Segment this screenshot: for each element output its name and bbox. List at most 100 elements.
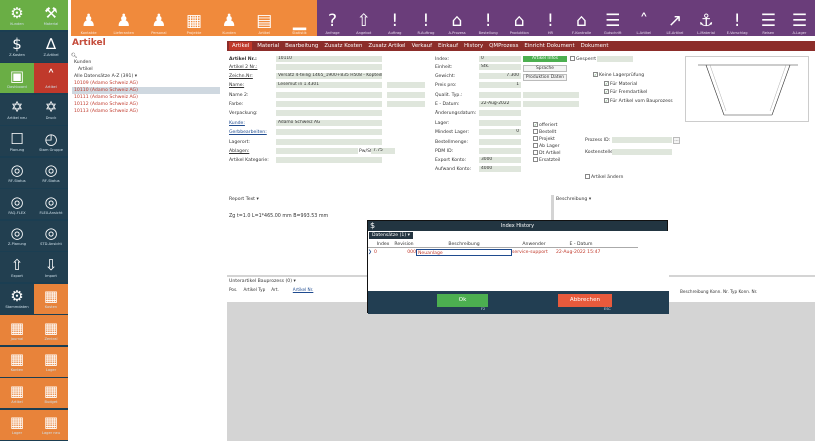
name2-extra-field[interactable] [387, 92, 425, 98]
farbe-field[interactable] [276, 101, 382, 107]
artikel-2-field[interactable] [276, 64, 382, 70]
pdm-field[interactable] [479, 148, 521, 154]
toolbar-button-auftrag[interactable]: ! Auftrag [379, 0, 410, 36]
sidebar-item-dashboard[interactable]: ▣ Dashboard [0, 63, 34, 93]
export-field[interactable]: 3000 [479, 157, 521, 163]
gesperrt-field[interactable] [597, 56, 633, 62]
toolbar-button-artikel[interactable]: ▤ Artikel [247, 0, 282, 36]
toolbar-button-a-lager[interactable]: ☰ A-Lager [784, 0, 815, 36]
sidebar-item-import[interactable]: ⇩ Import [34, 252, 68, 282]
sidebar-item-planung[interactable]: ☐ Planung [0, 126, 34, 156]
ab-lager-checkbox[interactable]: Ab Lager [533, 143, 560, 149]
sidebar-item-konten[interactable]: ▦ Konten [0, 346, 34, 377]
sidebar-item-flex-ansicht[interactable]: ◎ FLEX-Ansicht [34, 189, 68, 219]
fuer-fremd-checkbox[interactable]: ✓ Für Fremdartikel [604, 89, 647, 95]
toolbar-button-reisen[interactable]: ☰ Reisen [753, 0, 784, 36]
toolbar-button-gutschrift[interactable]: ☰ Gutschrift [597, 0, 628, 36]
prozess-lookup-button[interactable]: … [673, 137, 680, 144]
toolbar-button-angebot[interactable]: ⇧ Angebot [348, 0, 379, 36]
tree-item[interactable]: 10109 (Adamo Schweiz AG) [72, 80, 220, 87]
sidebar-item-material[interactable]: ⚒ Material [34, 0, 68, 30]
toolbar-button-projekte[interactable]: ▦ Projekte [176, 0, 211, 36]
ablagen-field[interactable] [276, 148, 358, 154]
report-text-header[interactable]: Report Text ▾ [229, 197, 549, 202]
toolbar-button-r-auftrag[interactable]: ! R-Auftrag [410, 0, 441, 36]
tab-verkauf[interactable]: Verkauf [411, 43, 433, 49]
name2-field[interactable] [276, 92, 382, 98]
sidebar-item-faq-flex[interactable]: ◎ FAQ-FLEX [0, 189, 34, 219]
preis-pro-field[interactable]: 1 [479, 82, 521, 88]
sidebar-item-artikel-neu[interactable]: ✡ Artikel neu [0, 94, 34, 125]
tab-bearbeitung[interactable]: Bearbeitung [284, 43, 319, 49]
toolbar-button-l-artikel[interactable]: ˄ L-Artikel [628, 0, 659, 36]
artikel-aendern-checkbox[interactable]: Artikel ändern [585, 174, 623, 180]
mindest-field[interactable]: 0 [479, 129, 521, 135]
artikel-nr-field[interactable]: 10110 [276, 56, 382, 62]
ok-button[interactable]: Ok [437, 294, 488, 307]
sidebar-item-lager[interactable]: ▦ Lager [0, 409, 34, 440]
edatum-field[interactable]: 22-Aug-2022 [479, 101, 521, 107]
tree-item[interactable]: 10112 (Adamo Schweiz AG) [72, 101, 220, 108]
sidebar-item-std-ansicht[interactable]: ◎ STD-Ansicht [34, 220, 68, 251]
aenderung-field[interactable] [479, 110, 521, 116]
extra-field-2[interactable] [523, 101, 579, 107]
fuer-bauzug-checkbox[interactable]: ✓ Für Artikel vom Bauprozess [604, 98, 673, 104]
tree-item[interactable]: Alle Datensätze A-Z (391) ▾ [72, 73, 220, 80]
toolbar-button-bestellung[interactable]: ! Bestellung [473, 0, 504, 36]
toolbar-button-kontakte[interactable]: ♟ Kontakte [71, 0, 106, 36]
beschreibung-header[interactable]: Beschreibung ▾ [556, 197, 813, 202]
tab-einricht-dokument[interactable]: Einricht Dokument [523, 43, 575, 49]
tab-zusatz-kosten[interactable]: Zusatz Kosten [323, 43, 363, 49]
sidebar-item-kosten[interactable]: ▦ Kosten [34, 283, 68, 314]
aufwand-field[interactable]: 4000 [479, 166, 521, 172]
tree-item[interactable]: 10111 (Adamo Schweiz AG) [72, 94, 220, 101]
tab-zusatz-artikel[interactable]: Zusatz Artikel [367, 43, 406, 49]
tab-material[interactable]: Material [256, 43, 280, 49]
index-field[interactable]: 0 [479, 56, 521, 62]
offeriert-checkbox[interactable]: ✓ offeriert [533, 122, 557, 128]
gewicht-field[interactable]: 7.300 [479, 73, 521, 79]
sidebar-item-zentral[interactable]: ▦ Zentral [34, 315, 68, 345]
sidebar-item-z-artikel[interactable]: ∆ Z-Artikel [34, 31, 68, 62]
dialog-filter-dropdown[interactable]: Datensätze (1) ▾ [369, 232, 413, 239]
kunde-label[interactable]: Kunde: [229, 121, 245, 126]
fuer-material-checkbox[interactable]: ✓ Für Material [604, 81, 637, 87]
toolbar-button-hr[interactable]: ! HR [535, 0, 566, 36]
name-extra-field[interactable] [387, 82, 425, 88]
sidebar-item-z-planung[interactable]: ◎ Z-Planung [0, 220, 34, 251]
toolbar-button-produktion[interactable]: ⌂ Produktion [504, 0, 535, 36]
zeichn-field[interactable]: Versatz 4-teilig 1465_1900+835 H508 - Ko… [276, 73, 382, 79]
tab-einkauf[interactable]: Einkauf [437, 43, 459, 49]
keine-lager-checkbox[interactable]: ✓ Keine Lagerprüfung [593, 72, 644, 78]
produktion-daten-button[interactable]: Produktion Daten [523, 74, 567, 81]
gesperrt-checkbox[interactable]: Gesperrt [570, 56, 596, 62]
artikel-infos-button[interactable]: Artikel Infos [523, 56, 567, 62]
gerbebearbeiten-label[interactable]: Gerbbearbeiten: [229, 130, 267, 135]
qualit-field[interactable] [479, 92, 521, 98]
name-field[interactable]: Lesemut in 1.4301 [276, 82, 382, 88]
sidebar-item-lager-neu[interactable]: ▦ Lager neu [34, 409, 68, 440]
bestellmenge-field[interactable] [479, 139, 521, 145]
toolbar-button-le-artikel[interactable]: ↗ LE-Artikel [659, 0, 690, 36]
sidebar-item-rf-status[interactable]: ◎ RF-Status [34, 157, 68, 188]
tab-artikel[interactable]: Artikel [229, 42, 253, 50]
tree-item[interactable]: 10110 (Adamo Schweiz AG) [72, 87, 220, 94]
toolbar-button-lieferanten[interactable]: ♟ Lieferanten [106, 0, 141, 36]
sidebar-item-artikel[interactable]: ▦ Artikel [0, 378, 34, 408]
einheit-field[interactable]: Stk. [479, 64, 521, 70]
extra-field-1[interactable] [523, 92, 579, 98]
prozess-field[interactable] [612, 137, 672, 143]
lagerort-field[interactable] [276, 139, 382, 145]
tab-history[interactable]: History [463, 43, 484, 49]
kategorie-field[interactable] [276, 157, 382, 163]
kunde-field[interactable]: Adamo Schweiz AG [276, 120, 382, 126]
sidebar-item-stam-gruppe[interactable]: ◴ Stam Gruppe [34, 126, 68, 156]
sidebar-item-budget[interactable]: ▦ Budget [34, 378, 68, 408]
tree-item[interactable]: Kunden [72, 59, 220, 66]
tab-qmprozess[interactable]: QMProzess [488, 43, 519, 49]
projekt-checkbox[interactable]: Projekt [533, 136, 555, 142]
sidebar-item-z-kosten[interactable]: $ Z-Kosten [0, 31, 34, 62]
toolbar-button-kunden[interactable]: ♟ Kunden [212, 0, 247, 36]
toolbar-button-e-vorschlag[interactable]: ! E-Vorschlag [722, 0, 753, 36]
gerbebearbeiten-field[interactable] [276, 129, 382, 135]
